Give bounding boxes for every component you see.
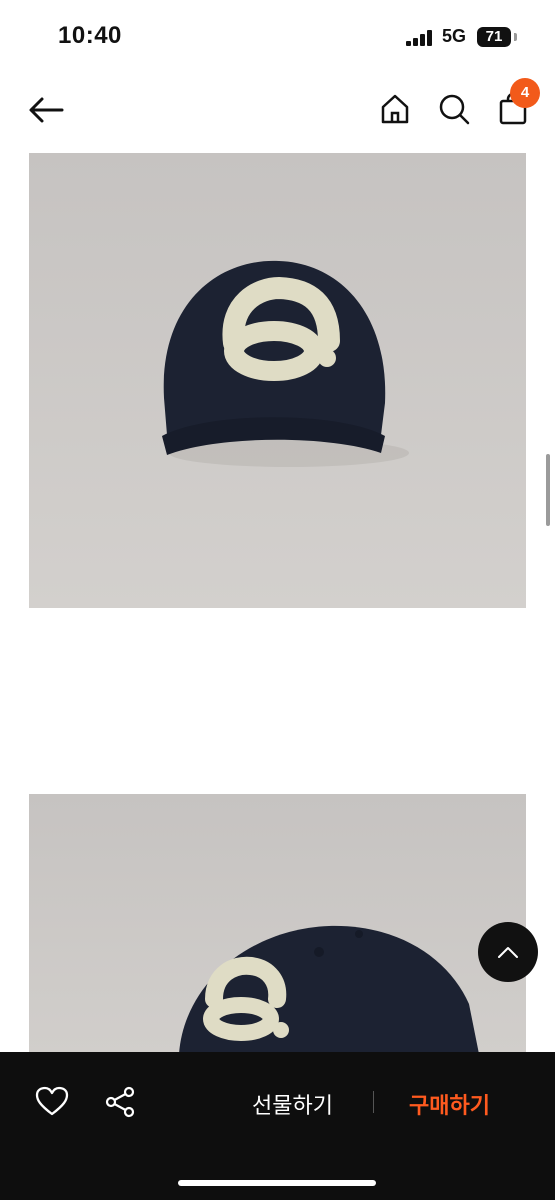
status-time: 10:40 <box>58 22 122 49</box>
home-icon[interactable] <box>378 92 412 126</box>
top-nav: 4 <box>0 78 555 140</box>
battery-icon: 71 <box>477 27 511 47</box>
gift-button[interactable]: 선물하기 <box>252 1088 333 1120</box>
cellular-signal-icon <box>406 30 432 46</box>
home-indicator <box>178 1180 376 1186</box>
chevron-up-icon <box>498 947 518 958</box>
buy-button[interactable]: 구매하기 <box>409 1088 490 1120</box>
back-arrow-icon[interactable] <box>26 94 66 126</box>
cap-illustration-angled <box>29 794 526 1054</box>
bottom-action-bar <box>0 1052 555 1200</box>
cap-illustration-front <box>29 153 526 608</box>
search-icon[interactable] <box>437 92 471 126</box>
product-image-angled[interactable] <box>29 794 526 1054</box>
heart-icon[interactable] <box>35 1085 69 1119</box>
battery-cap <box>514 33 517 41</box>
share-icon[interactable] <box>103 1085 137 1119</box>
battery-level: 71 <box>485 28 503 45</box>
divider <box>373 1091 374 1113</box>
status-bar: 10:40 5G 71 <box>0 0 555 70</box>
scroll-to-top-button[interactable] <box>478 922 538 982</box>
product-image-front[interactable] <box>29 153 526 608</box>
network-type: 5G <box>442 26 467 46</box>
scroll-indicator[interactable] <box>546 454 550 526</box>
cart-count-badge: 4 <box>510 78 540 108</box>
